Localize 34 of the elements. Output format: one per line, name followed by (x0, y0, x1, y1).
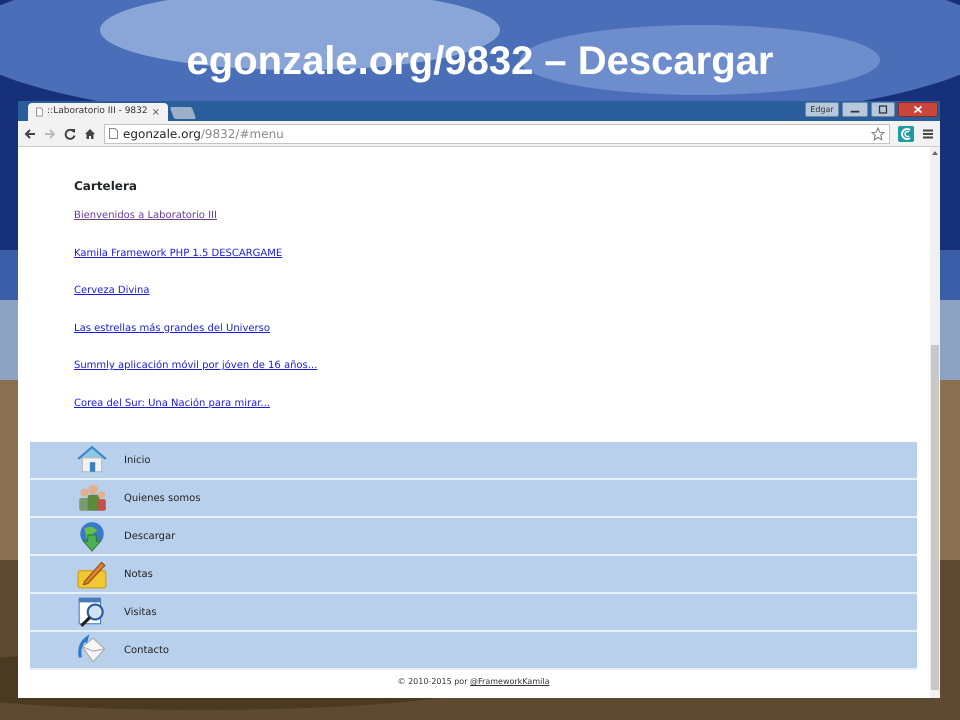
address-bar[interactable]: egonzale.org/9832/#menu (104, 124, 890, 144)
news-link[interactable]: Kamila Framework PHP 1.5 DESCARGAME (74, 246, 282, 260)
news-link[interactable]: Summly aplicación móvil por jóven de 16 años... (74, 359, 318, 373)
maximize-icon[interactable] (871, 102, 895, 117)
news-link[interactable]: Corea del Sur: Una Nación para mirar... (74, 396, 270, 410)
extension-icon[interactable] (898, 126, 914, 142)
reload-icon[interactable] (64, 128, 76, 140)
browser-tab[interactable]: ::Laboratorio III - 9832 × (28, 103, 168, 121)
menu-item[interactable]: Inicio (30, 442, 917, 480)
news-link[interactable]: Las estrellas más grandes del Universo (74, 322, 270, 336)
menu-item[interactable]: Quienes somos (30, 480, 917, 518)
back-icon[interactable] (24, 128, 36, 140)
menu-item[interactable]: Visitas (30, 594, 917, 632)
home-icon[interactable] (84, 128, 96, 140)
minimize-icon[interactable] (842, 102, 868, 117)
page-icon (109, 128, 118, 139)
close-icon[interactable] (898, 102, 938, 117)
menu-icon[interactable] (922, 128, 934, 140)
star-icon[interactable] (871, 126, 885, 140)
menu-item[interactable]: Notas (30, 556, 917, 594)
section-heading: Cartelera (74, 178, 138, 195)
page-icon (36, 107, 44, 117)
new-tab-button[interactable] (170, 107, 196, 119)
news-link[interactable]: Bienvenidos a Laboratorio III (74, 209, 217, 223)
profile-button[interactable]: Edgar (805, 102, 839, 117)
scroll-up-icon[interactable] (932, 151, 938, 155)
scroll-thumb[interactable] (931, 345, 939, 690)
footer-text: © 2010-2015 por @FrameworkKamila (396, 676, 550, 688)
menu-item[interactable]: Descargar (30, 518, 917, 556)
slide-title: egonzale.org/9832 – Descargar (186, 38, 774, 84)
news-link[interactable]: Cerveza Divina (74, 284, 150, 298)
menu-item[interactable]: Contacto (30, 632, 917, 670)
footer-link[interactable]: @FrameworkKamila (470, 677, 550, 686)
url-text: egonzale.org/9832/#menu (123, 126, 284, 142)
